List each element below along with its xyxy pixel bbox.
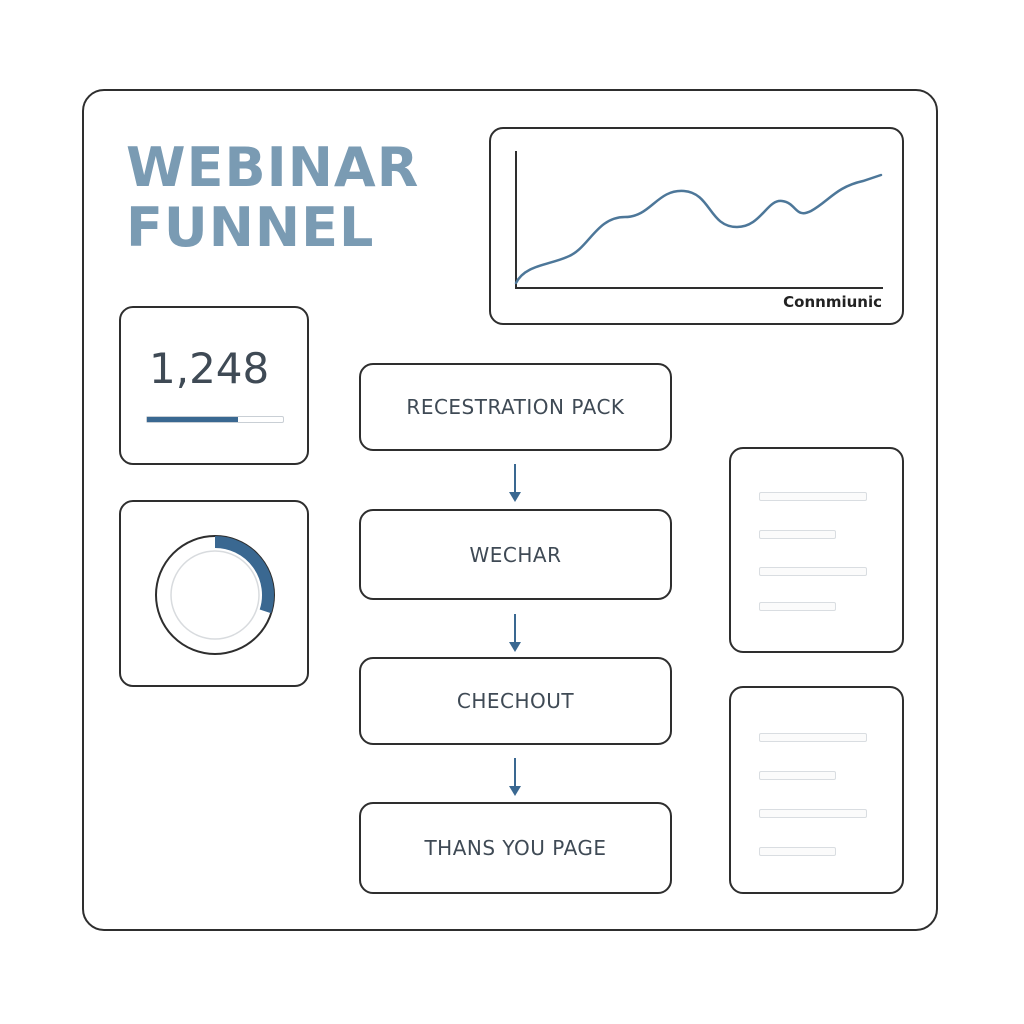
funnel-step-thank-you[interactable]: THANS YOU PAGE — [359, 802, 672, 894]
donut-chart — [155, 535, 275, 655]
funnel-step-registration[interactable]: RECESTRATION PACK — [359, 363, 672, 451]
donut-inner-ring — [170, 550, 260, 640]
registrations-count: 1,248 — [149, 344, 270, 393]
arrow-down-icon — [509, 614, 521, 652]
registrations-progress-fill — [147, 417, 239, 422]
page-title: WEBINAR FUNNEL — [126, 138, 466, 258]
funnel-step-webinar[interactable]: WECHAR — [359, 509, 672, 600]
list-card-top[interactable] — [729, 447, 904, 653]
registrations-stat-card[interactable]: 1,248 — [119, 306, 309, 465]
list-line-placeholder — [759, 809, 867, 818]
list-card-bottom[interactable] — [729, 686, 904, 894]
list-line-placeholder — [759, 771, 836, 780]
list-line-placeholder — [759, 567, 867, 576]
page-title-line-1: WEBINAR — [126, 136, 420, 199]
list-line-placeholder — [759, 847, 836, 856]
list-line-placeholder — [759, 602, 836, 611]
donut-card[interactable] — [119, 500, 309, 687]
registrations-progress-track — [146, 416, 284, 423]
list-line-placeholder — [759, 530, 836, 539]
funnel-step-checkout[interactable]: CHECHOUT — [359, 657, 672, 745]
trend-chart-card[interactable]: Connmiunic — [489, 127, 904, 325]
trend-line — [514, 173, 883, 285]
chart-caption: Connmiunic — [783, 293, 882, 311]
arrow-down-icon — [509, 758, 521, 796]
arrow-down-icon — [509, 464, 521, 502]
page-title-line-2: FUNNEL — [126, 196, 375, 259]
list-line-placeholder — [759, 492, 867, 501]
list-line-placeholder — [759, 733, 867, 742]
